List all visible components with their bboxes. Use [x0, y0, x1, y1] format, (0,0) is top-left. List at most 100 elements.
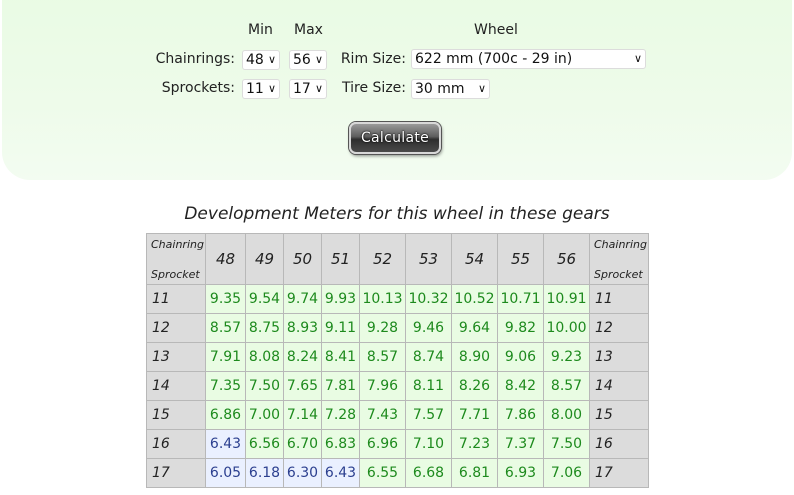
- sprocket-min-select[interactable]: 11 ∨: [242, 79, 280, 99]
- development-cell: 7.81: [321, 371, 360, 401]
- chainring-max-value: 56: [293, 52, 311, 68]
- development-cell: 10.52: [451, 284, 498, 314]
- sprocket-header: 13: [146, 342, 206, 372]
- development-cell: 6.81: [451, 458, 498, 488]
- sprocket-header: 13: [589, 342, 649, 372]
- corner-header: Chainring Sprocket: [589, 233, 649, 285]
- development-cell: 8.41: [321, 342, 360, 372]
- sprocket-header: 11: [146, 284, 206, 314]
- sprocket-header: 15: [146, 400, 206, 430]
- sprocket-header: 12: [589, 313, 649, 343]
- development-cell: 6.68: [405, 458, 452, 488]
- development-cell: 9.93: [321, 284, 360, 314]
- table-title: Development Meters for this wheel in the…: [184, 204, 610, 224]
- sprockets-label: Sprockets:: [161, 80, 235, 96]
- chainring-max-select[interactable]: 56 ∨: [289, 50, 327, 70]
- table-row: 11 9.35 9.54 9.74 9.93 10.13 10.32 10.52 10.71 10…: [146, 284, 649, 314]
- table-row: 13 7.91 8.08 8.24 8.41 8.57 8.74 8.90 9.06 9.23 13: [146, 342, 649, 372]
- development-cell: 9.46: [405, 313, 452, 343]
- development-cell: 10.91: [543, 284, 590, 314]
- sprocket-max-value: 17: [293, 81, 311, 97]
- chainring-header: 51: [321, 233, 360, 285]
- development-cell: 9.74: [283, 284, 322, 314]
- table-row: 16 6.43 6.56 6.70 6.83 6.96 7.10 7.23 7.37 7.50 16: [146, 429, 649, 459]
- rim-size-label: Rim Size:: [340, 51, 406, 67]
- development-cell: 9.54: [245, 284, 284, 314]
- chainrings-label: Chainrings:: [155, 51, 235, 67]
- development-cell: 6.93: [497, 458, 544, 488]
- calculate-button[interactable]: Calculate: [349, 122, 441, 154]
- development-cell: 10.32: [405, 284, 452, 314]
- table-header-row: Chainring Sprocket 48 49 50 51 52 53 54 55 56 Chain…: [146, 233, 649, 285]
- development-cell: 6.96: [359, 429, 406, 459]
- corner-sprocket-label: Sprocket: [594, 267, 643, 281]
- development-cell: 10.00: [543, 313, 590, 343]
- development-cell: 7.50: [245, 371, 284, 401]
- development-cell: 8.11: [405, 371, 452, 401]
- sprocket-max-select[interactable]: 17 ∨: [289, 79, 327, 99]
- development-cell: 7.65: [283, 371, 322, 401]
- table-row: 12 8.57 8.75 8.93 9.11 9.28 9.46 9.64 9.82 10.00 1…: [146, 313, 649, 343]
- max-header: Max: [294, 22, 323, 38]
- development-cell: 9.35: [205, 284, 246, 314]
- chevron-down-icon: ∨: [267, 82, 276, 95]
- development-cell: 7.57: [405, 400, 452, 430]
- development-cell: 7.91: [205, 342, 246, 372]
- corner-chainring-label: Chainring: [151, 237, 204, 251]
- chevron-down-icon: ∨: [477, 82, 486, 95]
- corner-header: Chainring Sprocket: [146, 233, 206, 285]
- development-cell: 8.90: [451, 342, 498, 372]
- sprocket-header: 11: [589, 284, 649, 314]
- development-cell: 7.35: [205, 371, 246, 401]
- chainring-header: 56: [543, 233, 590, 285]
- sprocket-header: 17: [589, 458, 649, 488]
- development-cell: 9.11: [321, 313, 360, 343]
- chevron-down-icon: ∨: [314, 82, 323, 95]
- development-cell: 7.50: [543, 429, 590, 459]
- development-cell: 7.71: [451, 400, 498, 430]
- corner-sprocket-label: Sprocket: [151, 267, 200, 281]
- development-cell: 8.57: [359, 342, 406, 372]
- development-cell: 7.00: [245, 400, 284, 430]
- development-cell: 8.74: [405, 342, 452, 372]
- table-row: 17 6.05 6.18 6.30 6.43 6.55 6.68 6.81 6.93 7.06 17: [146, 458, 649, 488]
- sprocket-header: 12: [146, 313, 206, 343]
- chevron-down-icon: ∨: [267, 53, 276, 66]
- development-cell: 8.57: [543, 371, 590, 401]
- development-cell: 7.14: [283, 400, 322, 430]
- rim-size-select[interactable]: 622 mm (700c - 29 in) ∨: [411, 49, 646, 69]
- sprocket-header: 17: [146, 458, 206, 488]
- chainring-header: 52: [359, 233, 406, 285]
- tire-size-select[interactable]: 30 mm ∨: [411, 79, 490, 99]
- sprocket-min-value: 11: [246, 81, 264, 97]
- development-cell: 6.86: [205, 400, 246, 430]
- development-cell: 6.83: [321, 429, 360, 459]
- chainring-min-select[interactable]: 48 ∨: [242, 50, 280, 70]
- development-cell: 9.28: [359, 313, 406, 343]
- development-cell: 8.26: [451, 371, 498, 401]
- chainring-header: 54: [451, 233, 498, 285]
- development-cell: 8.93: [283, 313, 322, 343]
- chainring-header: 50: [283, 233, 322, 285]
- sprocket-header: 16: [146, 429, 206, 459]
- development-cell: 9.64: [451, 313, 498, 343]
- chainring-header: 49: [245, 233, 284, 285]
- development-cell: 7.37: [497, 429, 544, 459]
- development-table: Chainring Sprocket 48 49 50 51 52 53 54 55 56 Chain…: [146, 233, 649, 488]
- table-body: 11 9.35 9.54 9.74 9.93 10.13 10.32 10.52 10.71 10…: [146, 284, 649, 488]
- development-cell: 10.13: [359, 284, 406, 314]
- development-cell: 6.05: [205, 458, 246, 488]
- development-cell: 6.55: [359, 458, 406, 488]
- development-cell: 8.00: [543, 400, 590, 430]
- development-cell: 9.06: [497, 342, 544, 372]
- tire-size-value: 30 mm: [415, 81, 465, 97]
- rim-size-value: 622 mm (700c - 29 in): [415, 51, 573, 67]
- development-cell: 6.43: [205, 429, 246, 459]
- development-cell: 9.82: [497, 313, 544, 343]
- corner-chainring-label: Chainring: [594, 237, 647, 251]
- development-cell: 6.18: [245, 458, 284, 488]
- development-cell: 7.96: [359, 371, 406, 401]
- development-cell: 7.43: [359, 400, 406, 430]
- development-cell: 7.10: [405, 429, 452, 459]
- sprocket-header: 15: [589, 400, 649, 430]
